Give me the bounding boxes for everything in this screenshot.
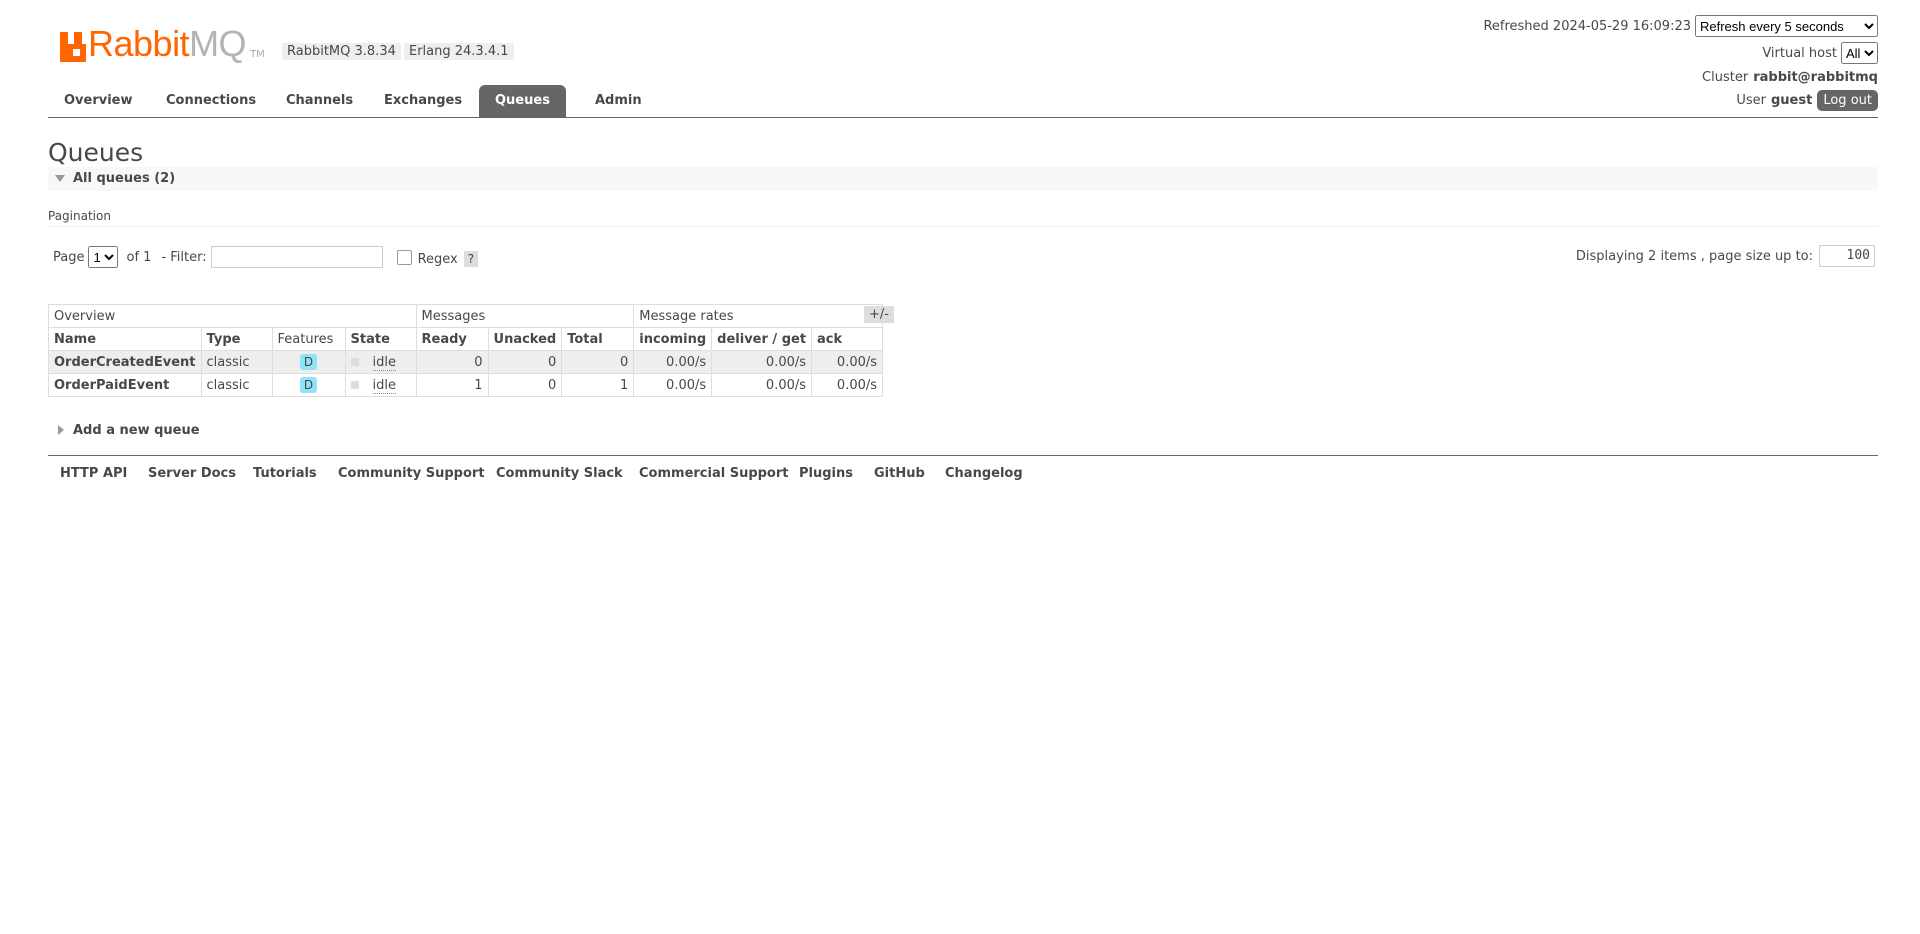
tab-admin[interactable]: Admin <box>579 85 658 117</box>
rate-deliver-get: 0.00/s <box>711 350 813 374</box>
rate-incoming: 0.00/s <box>633 373 713 397</box>
pagination-divider <box>48 226 1878 227</box>
add-queue-label: Add a new queue <box>73 423 200 438</box>
queue-name-link[interactable]: OrderCreatedEvent <box>48 350 202 374</box>
queue-ready: 0 <box>415 350 489 374</box>
rate-ack: 0.00/s <box>811 373 884 397</box>
rabbit-logo-icon <box>60 32 86 62</box>
page-title: Queues <box>48 138 144 167</box>
regex-help-button[interactable]: ? <box>463 251 479 267</box>
column-header-unacked[interactable]: Unacked <box>487 327 563 351</box>
queue-total: 1 <box>561 373 635 397</box>
refresh-interval-select[interactable]: Refresh every 5 seconds <box>1695 15 1878 37</box>
group-header-overview: Overview <box>48 304 417 328</box>
regex-checkbox[interactable] <box>396 249 412 265</box>
queue-ready: 1 <box>415 373 489 397</box>
rate-ack: 0.00/s <box>811 350 884 374</box>
footer-link-plugins[interactable]: Plugins <box>799 466 853 481</box>
logo-text: RabbitMQ <box>88 23 247 64</box>
queue-type: classic <box>200 373 273 397</box>
tab-channels[interactable]: Channels <box>270 85 369 117</box>
column-header-name[interactable]: Name <box>48 327 202 351</box>
queues-table: Overview Messages Message rates Name Typ… <box>48 304 884 397</box>
rabbitmq-logo[interactable]: RabbitMQ TM <box>60 26 265 62</box>
durable-badge: D <box>299 377 318 393</box>
cluster-name: rabbit@rabbitmq <box>1753 69 1878 85</box>
erlang-version: Erlang 24.3.4.1 <box>404 43 514 60</box>
rate-incoming: 0.00/s <box>633 350 713 374</box>
column-header-deliver-get[interactable]: deliver / get <box>711 327 813 351</box>
tab-overview[interactable]: Overview <box>48 85 149 117</box>
queue-unacked: 0 <box>487 350 563 374</box>
triangle-down-icon <box>55 175 65 182</box>
toggle-columns-button[interactable]: +/- <box>864 306 894 323</box>
footer-link-community-support[interactable]: Community Support <box>338 466 485 481</box>
footer-link-changelog[interactable]: Changelog <box>945 466 1023 481</box>
rabbitmq-version: RabbitMQ 3.8.34 <box>282 43 401 60</box>
queue-type: classic <box>200 350 273 374</box>
column-header-total[interactable]: Total <box>561 327 635 351</box>
page-label: Page <box>53 249 85 265</box>
group-header-messages: Messages <box>415 304 635 328</box>
column-header-state[interactable]: State <box>344 327 417 351</box>
column-header-incoming[interactable]: incoming <box>633 327 713 351</box>
filter-label: - Filter: <box>161 249 207 265</box>
group-header-message-rates: Message rates <box>633 304 884 328</box>
queue-state: idle <box>372 354 396 371</box>
queue-name-link[interactable]: OrderPaidEvent <box>48 373 202 397</box>
tab-queues[interactable]: Queues <box>479 85 566 117</box>
footer-links: HTTP API Server Docs Tutorials Community… <box>48 455 1878 481</box>
virtual-host-label: Virtual host <box>1762 45 1837 61</box>
tab-connections[interactable]: Connections <box>150 85 272 117</box>
footer-link-http-api[interactable]: HTTP API <box>60 466 127 481</box>
footer-link-community-slack[interactable]: Community Slack <box>496 466 623 481</box>
cluster-label: Cluster <box>1702 69 1749 85</box>
rate-deliver-get: 0.00/s <box>711 373 813 397</box>
queue-state: idle <box>372 377 396 394</box>
footer-link-commercial-support[interactable]: Commercial Support <box>639 466 789 481</box>
displaying-label: Displaying 2 items , page size up to: <box>1575 248 1813 264</box>
table-row: OrderPaidEvent classic D idle 1 0 1 0.00… <box>48 373 884 397</box>
page-size-input[interactable]: 100 <box>1819 245 1875 267</box>
footer-link-server-docs[interactable]: Server Docs <box>148 466 236 481</box>
tab-exchanges[interactable]: Exchanges <box>368 85 478 117</box>
footer-link-tutorials[interactable]: Tutorials <box>253 466 317 481</box>
pagination-title: Pagination <box>48 209 111 223</box>
state-indicator-icon <box>350 358 359 366</box>
column-header-features: Features <box>271 327 346 351</box>
refreshed-timestamp: Refreshed 2024-05-29 16:09:23 <box>1483 18 1691 34</box>
page-select[interactable]: 1 <box>88 246 119 268</box>
state-indicator-icon <box>350 381 359 389</box>
column-header-ack[interactable]: ack <box>811 327 884 351</box>
main-nav-tabs: Overview Connections Channels Exchanges … <box>48 85 1878 118</box>
filter-input[interactable] <box>210 246 383 268</box>
virtual-host-select[interactable]: All <box>1841 42 1878 64</box>
column-header-type[interactable]: Type <box>200 327 273 351</box>
durable-badge: D <box>299 354 318 370</box>
page-size-controls: Displaying 2 items , page size up to: 10… <box>1576 245 1875 267</box>
queue-total: 0 <box>561 350 635 374</box>
triangle-right-icon <box>58 425 64 435</box>
page-of-label: of 1 <box>126 249 152 265</box>
regex-label: Regex <box>417 251 458 267</box>
pagination-controls: Page 1 of 1 - Filter: Regex ? <box>53 246 479 268</box>
table-row: OrderCreatedEvent classic D idle 0 0 0 0… <box>48 350 884 374</box>
logo-trademark: TM <box>250 49 265 60</box>
column-header-ready[interactable]: Ready <box>415 327 489 351</box>
queue-unacked: 0 <box>487 373 563 397</box>
footer-link-github[interactable]: GitHub <box>874 466 925 481</box>
section-title: All queues (2) <box>73 171 176 186</box>
all-queues-section-toggle[interactable]: All queues (2) <box>48 167 1878 191</box>
